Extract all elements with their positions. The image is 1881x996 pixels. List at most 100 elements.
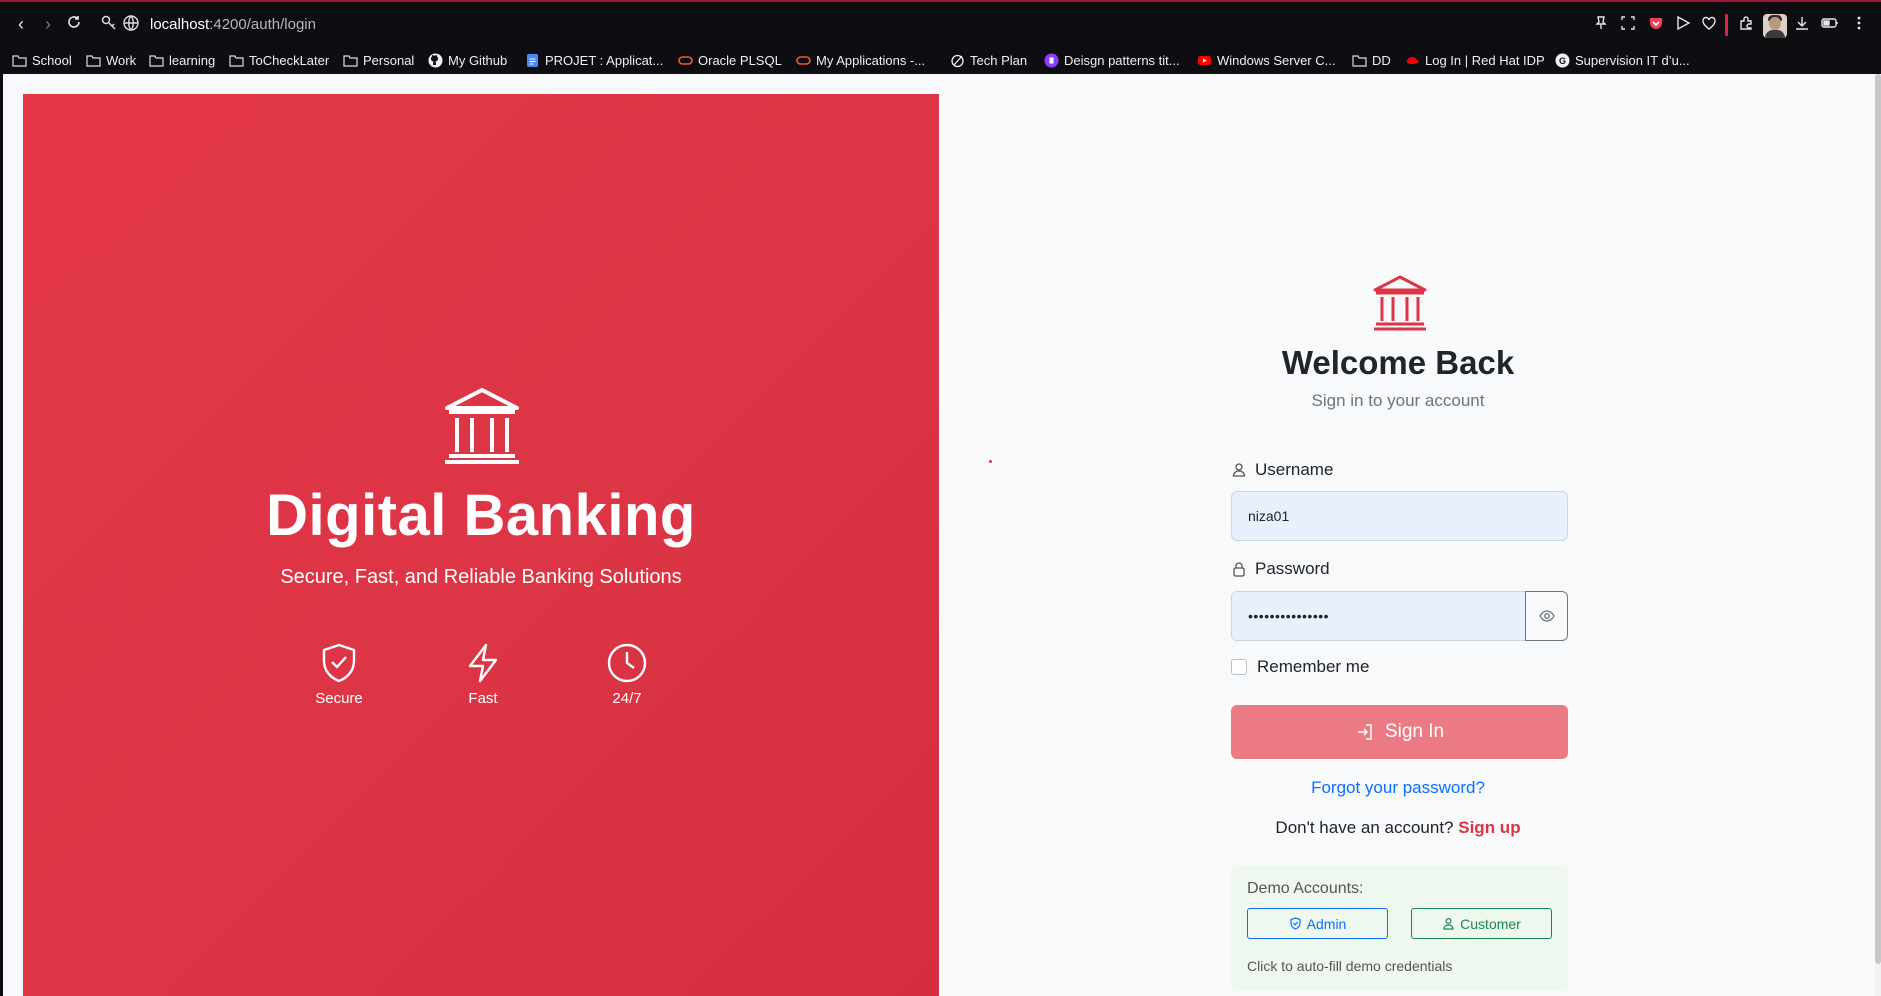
hero-subtitle: Secure, Fast, and Reliable Banking Solut… [280, 566, 682, 588]
github-icon [428, 53, 443, 67]
remember-me: Remember me [1231, 657, 1369, 677]
page-viewport: Digital Banking Secure, Fast, and Reliab… [3, 74, 1875, 996]
profile-avatar[interactable] [1763, 14, 1787, 38]
send-icon[interactable] [1675, 15, 1695, 35]
site-settings-icon[interactable] [100, 14, 120, 34]
bookmark-label: learning [169, 52, 216, 68]
bookmark-label: My Applications -... [816, 52, 926, 68]
bookmark-supervision[interactable]: G Supervision IT d’u... [1555, 50, 1690, 70]
page-scrollbar[interactable] [1875, 74, 1881, 996]
folder-icon [86, 54, 101, 67]
bookmark-oracle-plsql[interactable]: Oracle PLSQL [678, 50, 782, 70]
pin-icon[interactable] [1593, 15, 1613, 35]
battery-icon[interactable] [1821, 15, 1841, 35]
bookmark-my-github[interactable]: My Github [428, 50, 507, 70]
no-account-text: Don't have an account? [1275, 818, 1454, 837]
login-title: Welcome Back [1281, 344, 1515, 381]
bookmark-design-patterns[interactable]: Deisgn patterns tit... [1044, 50, 1180, 70]
bookmark-tech-plan[interactable]: Tech Plan [950, 50, 1027, 70]
forward-icon[interactable]: › [37, 13, 59, 35]
demo-accounts-box: Demo Accounts: Admin Customer Click to a… [1231, 866, 1568, 990]
remember-checkbox[interactable] [1231, 659, 1247, 675]
oracle-icon [796, 55, 811, 65]
folder-icon [149, 54, 164, 67]
folder-icon [1352, 54, 1367, 67]
lightning-icon [468, 643, 498, 683]
demo-admin-button[interactable]: Admin [1247, 908, 1388, 939]
bookmark-label: Log In | Red Hat IDP [1425, 52, 1545, 68]
demo-customer-label: Customer [1460, 915, 1521, 932]
password-label: Password [1231, 559, 1330, 579]
url-path: :4200/auth/login [209, 16, 316, 33]
extensions-icon[interactable] [1738, 15, 1758, 35]
purple-site-icon [1044, 53, 1059, 67]
signup-link[interactable]: Sign up [1458, 818, 1520, 837]
bookmark-work[interactable]: Work [86, 50, 136, 70]
folder-icon [229, 54, 244, 67]
feature-fast: Fast [433, 642, 533, 707]
signin-button[interactable]: Sign In [1231, 705, 1568, 759]
download-icon[interactable] [1794, 15, 1814, 35]
feature-label: Secure [315, 690, 363, 707]
bookmark-learning[interactable]: learning [149, 50, 215, 70]
password-value: ••••••••••••••• [1248, 608, 1330, 624]
back-icon[interactable]: ‹ [10, 13, 32, 35]
login-subtitle: Sign in to your account [1311, 391, 1485, 410]
clock-icon [607, 643, 647, 683]
bookmark-dd[interactable]: DD [1352, 50, 1391, 70]
bookmark-label: Personal [363, 52, 415, 68]
forgot-password-link[interactable]: Forgot your password? [1228, 778, 1568, 798]
heart-icon[interactable] [1701, 15, 1721, 35]
hero-panel: Digital Banking Secure, Fast, and Reliab… [23, 94, 939, 996]
bookmark-label: DD [1372, 52, 1391, 68]
screenshot-icon[interactable] [1620, 15, 1640, 35]
bookmark-label: Oracle PLSQL [698, 52, 782, 68]
signin-label: Sign In [1384, 721, 1445, 742]
bookmark-my-applications[interactable]: My Applications -... [796, 50, 925, 70]
bookmark-redhat-idp[interactable]: Log In | Red Hat IDP [1405, 50, 1545, 70]
bookmark-projet[interactable]: PROJET : Applicat... [525, 50, 663, 70]
bookmark-personal[interactable]: Personal [343, 50, 414, 70]
menu-icon[interactable] [1851, 15, 1871, 35]
feature-secure: Secure [289, 642, 389, 707]
toggle-password-button[interactable] [1525, 591, 1568, 641]
user-icon [1232, 463, 1246, 477]
hero-title: Digital Banking [266, 483, 696, 548]
bank-icon [1373, 275, 1427, 331]
globe-icon [122, 14, 142, 34]
reload-icon[interactable] [63, 13, 85, 35]
bookmark-windows-server[interactable]: Windows Server C... [1197, 50, 1335, 70]
demo-hint: Click to auto-fill demo credentials [1247, 958, 1453, 974]
bookmark-label: Deisgn patterns tit... [1064, 52, 1180, 68]
bookmark-label: School [32, 52, 72, 68]
bookmark-school[interactable]: School [12, 50, 72, 70]
bookmark-tochecklater[interactable]: ToCheckLater [229, 50, 329, 70]
feature-label: 24/7 [612, 690, 642, 707]
scrollbar-thumb[interactable] [1875, 74, 1881, 964]
demo-customer-button[interactable]: Customer [1411, 908, 1552, 939]
username-input[interactable]: niza01 [1231, 491, 1568, 541]
stray-dot [989, 460, 992, 463]
remember-label: Remember me [1257, 657, 1370, 676]
redhat-icon [1407, 56, 1419, 64]
feature-247: 24/7 [577, 642, 677, 707]
password-input[interactable]: ••••••••••••••• [1231, 591, 1527, 641]
browser-chrome: ‹ › localhost:4200/auth/login School Wor… [0, 0, 1881, 74]
google-icon: G [1555, 53, 1570, 67]
password-label-text: Password [1255, 559, 1330, 578]
bookmark-label: Work [106, 52, 137, 68]
folder-icon [12, 54, 27, 67]
bookmark-label: PROJET : Applicat... [545, 52, 664, 68]
demo-title: Demo Accounts: [1247, 880, 1364, 897]
bookmark-label: Supervision IT d’u... [1575, 52, 1690, 68]
username-value: niza01 [1248, 508, 1290, 524]
signup-row: Don't have an account? Sign up [1228, 818, 1568, 838]
bookmark-label: Windows Server C... [1217, 52, 1336, 68]
bookmark-label: My Github [448, 52, 508, 68]
toolbar-separator [1725, 14, 1728, 36]
pocket-icon[interactable] [1648, 15, 1668, 35]
youtube-icon [1198, 55, 1211, 65]
username-label: Username [1231, 460, 1333, 480]
address-bar[interactable]: localhost:4200/auth/login [150, 16, 316, 33]
bookmarks-bar: School Work learning ToCheckLater Person… [0, 46, 1881, 74]
